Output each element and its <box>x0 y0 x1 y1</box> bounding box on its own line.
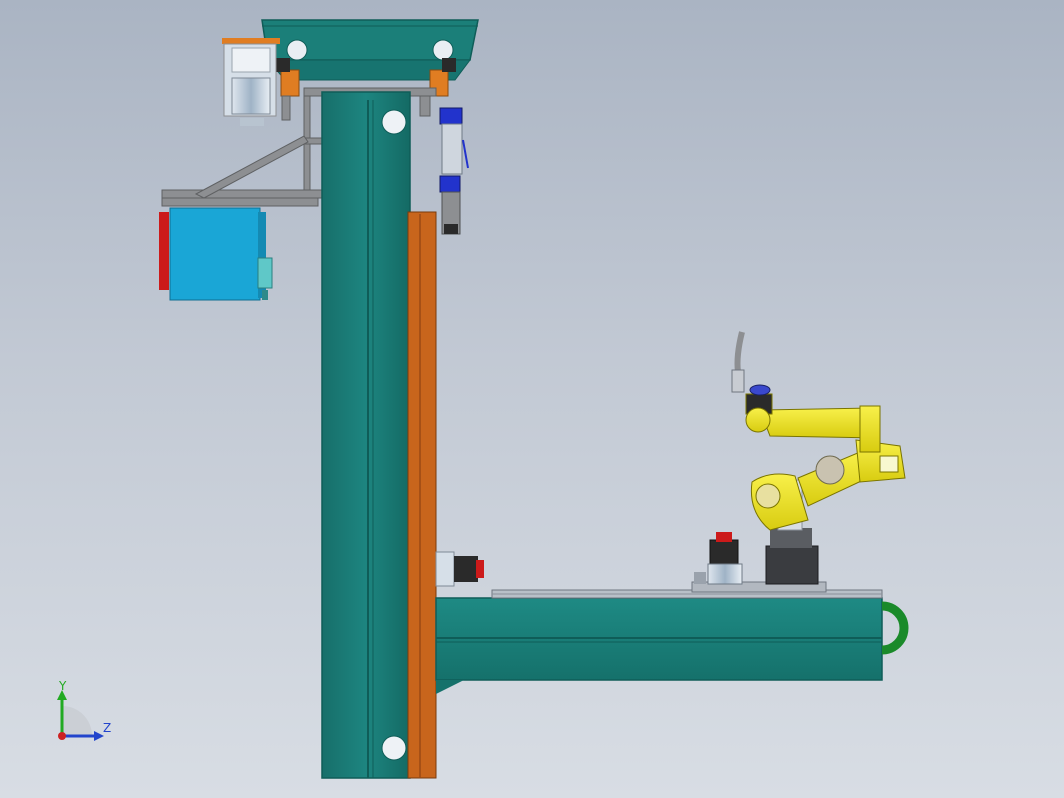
vertical-rack-rail[interactable] <box>407 211 437 779</box>
welding-robot-arm[interactable] <box>745 384 906 531</box>
z-axis-label: Z <box>103 721 111 735</box>
top-carriage[interactable] <box>261 19 479 97</box>
horizontal-boom[interactable] <box>435 597 883 694</box>
servo-positioner[interactable] <box>707 532 743 585</box>
y-axis-label: Y <box>58 679 67 693</box>
welding-torch[interactable] <box>731 331 745 393</box>
vertical-column[interactable] <box>321 91 411 779</box>
horizontal-drive-motor[interactable] <box>435 551 484 587</box>
vertical-drive-motor[interactable] <box>439 107 469 235</box>
coordinate-triad-icon: Y Z <box>57 679 111 741</box>
cable-drum[interactable] <box>222 38 280 126</box>
track-end-stop[interactable] <box>881 601 909 655</box>
cad-viewport[interactable]: Y Z <box>0 0 1064 798</box>
electrical-cabinet[interactable] <box>159 207 273 301</box>
assembly-side-view[interactable]: Y Z <box>0 0 1064 798</box>
